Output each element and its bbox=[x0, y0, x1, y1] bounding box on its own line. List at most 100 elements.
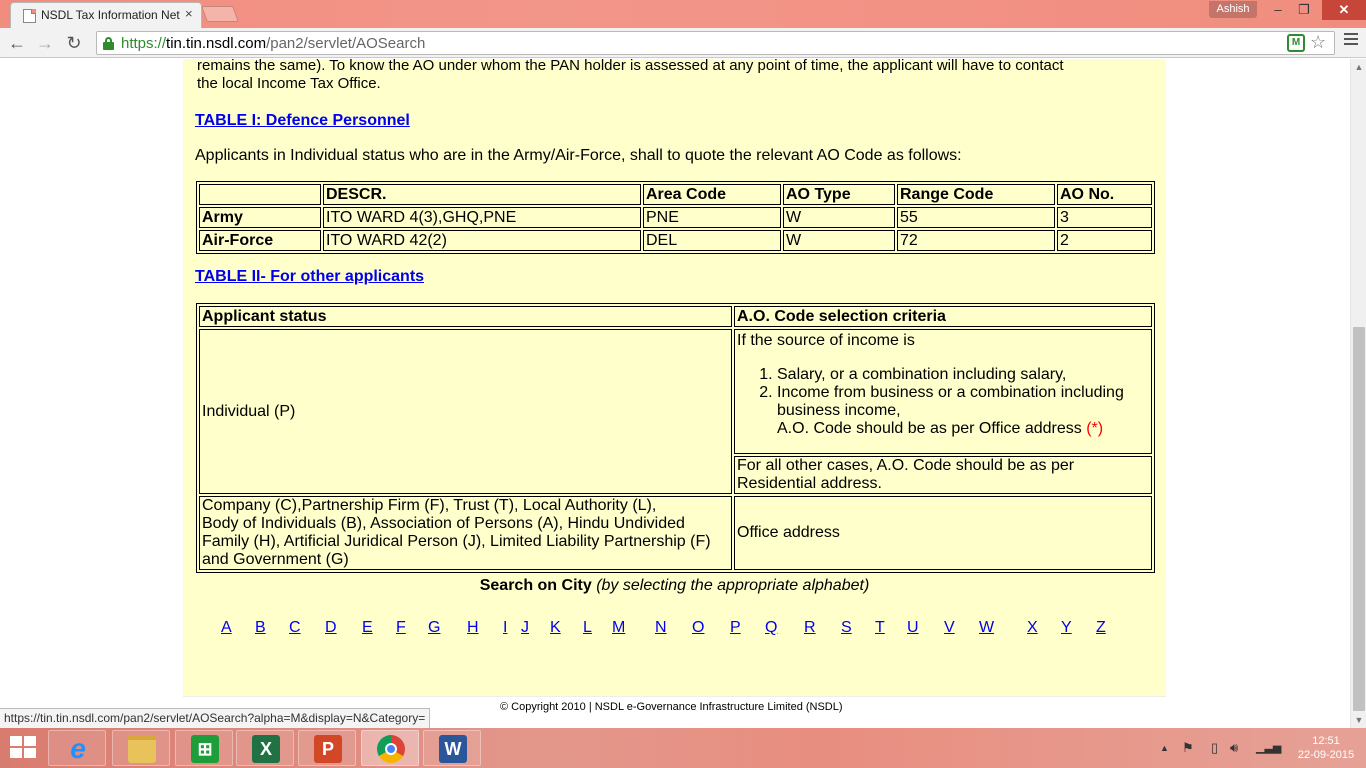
defence-personnel-table: DESCR. Area Code AO Type Range Code AO N… bbox=[196, 181, 1155, 254]
table-header-cell: DESCR. bbox=[323, 184, 641, 205]
alphabet-link-b[interactable]: B bbox=[255, 619, 266, 637]
alphabet-link-e[interactable]: E bbox=[362, 619, 373, 637]
table-header-cell: Range Code bbox=[897, 184, 1055, 205]
secure-lock-icon bbox=[103, 37, 114, 50]
table-cell: For all other cases, A.O. Code should be… bbox=[734, 456, 1152, 494]
minimize-icon[interactable]: – bbox=[1265, 0, 1291, 20]
alphabet-link-o[interactable]: O bbox=[692, 619, 704, 637]
applicant-types-line: Family (H), Artificial Juridical Person … bbox=[202, 533, 711, 550]
show-hidden-icons-icon[interactable]: ▲ bbox=[1160, 728, 1169, 768]
network-signal-icon[interactable]: ▁▃▅ bbox=[1256, 728, 1281, 768]
alphabet-link-m[interactable]: M bbox=[612, 619, 625, 637]
link-status-bubble: https://tin.tin.nsdl.com/pan2/servlet/AO… bbox=[0, 708, 431, 728]
action-center-flag-icon[interactable]: ⚑ bbox=[1182, 728, 1194, 768]
table-cell: ITO WARD 4(3),GHQ,PNE bbox=[323, 207, 641, 228]
browser-titlebar: NSDL Tax Information Net × Ashish – ❐ ✕ bbox=[0, 0, 1366, 28]
alphabet-link-r[interactable]: R bbox=[804, 619, 816, 637]
alphabet-link-s[interactable]: S bbox=[841, 619, 852, 637]
scroll-up-arrow-icon[interactable]: ▲ bbox=[1351, 59, 1366, 75]
applicant-types-line: Company (C),Partnership Firm (F), Trust … bbox=[202, 497, 657, 514]
table-cell: PNE bbox=[643, 207, 781, 228]
content-bottom-edge bbox=[183, 696, 1166, 697]
alphabet-link-t[interactable]: T bbox=[875, 619, 885, 637]
bookmark-star-icon[interactable]: ☆ bbox=[1310, 32, 1326, 53]
profile-name-badge[interactable]: Ashish bbox=[1209, 1, 1257, 18]
city-search-label: Search on City (by selecting the appropr… bbox=[183, 577, 1166, 595]
alphabet-link-c[interactable]: C bbox=[289, 619, 301, 637]
windows-start-icon[interactable] bbox=[10, 736, 38, 760]
alphabet-link-i[interactable]: I bbox=[503, 619, 507, 637]
system-clock[interactable]: 12:51 22-09-2015 bbox=[1296, 734, 1356, 762]
page-viewport: remains the same). To know the AO under … bbox=[0, 59, 1350, 728]
alphabet-link-h[interactable]: H bbox=[467, 619, 479, 637]
alphabet-link-f[interactable]: F bbox=[396, 619, 406, 637]
main-content-panel: remains the same). To know the AO under … bbox=[183, 59, 1166, 696]
alphabet-link-a[interactable]: A bbox=[221, 619, 232, 637]
table-cell: 2 bbox=[1057, 230, 1152, 251]
alphabet-link-k[interactable]: K bbox=[550, 619, 561, 637]
excel-icon[interactable]: X bbox=[236, 730, 294, 766]
alphabet-link-v[interactable]: V bbox=[944, 619, 955, 637]
browser-tab[interactable]: NSDL Tax Information Net × bbox=[10, 2, 202, 28]
table-cell: W bbox=[783, 230, 895, 251]
chrome-menu-icon[interactable] bbox=[1344, 33, 1358, 48]
page-scrollbar[interactable]: ▲ ▼ bbox=[1350, 59, 1366, 728]
tab-close-icon[interactable]: × bbox=[185, 6, 193, 21]
alphabet-link-z[interactable]: Z bbox=[1096, 619, 1106, 637]
restore-icon[interactable]: ❐ bbox=[1291, 0, 1317, 20]
alphabet-link-x[interactable]: X bbox=[1027, 619, 1038, 637]
table-cell: Individual (P) bbox=[199, 329, 732, 494]
alphabet-link-w[interactable]: W bbox=[979, 619, 994, 637]
scroll-down-arrow-icon[interactable]: ▼ bbox=[1351, 712, 1366, 728]
new-tab-button[interactable] bbox=[201, 6, 239, 22]
word-icon[interactable]: W bbox=[423, 730, 481, 766]
intro-paragraph: remains the same). To know the AO under … bbox=[197, 59, 1147, 93]
table-header-row: Applicant status A.O. Code selection cri… bbox=[199, 306, 1152, 327]
file-explorer-icon[interactable] bbox=[112, 730, 170, 766]
search-label-bold: Search on City bbox=[479, 577, 592, 594]
alphabet-link-p[interactable]: P bbox=[730, 619, 741, 637]
alphabet-link-u[interactable]: U bbox=[907, 619, 919, 637]
extension-shield-icon[interactable]: M bbox=[1287, 34, 1305, 52]
search-label-hint: (by selecting the appropriate alphabet) bbox=[596, 577, 870, 594]
table-cell: 55 bbox=[897, 207, 1055, 228]
alphabet-link-y[interactable]: Y bbox=[1061, 619, 1072, 637]
alphabet-link-n[interactable]: N bbox=[655, 619, 667, 637]
table-cell: DEL bbox=[643, 230, 781, 251]
windows-taskbar: e ⊞ X P W ▲ ⚑ ▯ 🔊︎ ▁▃▅ 12:51 22-09-2015 bbox=[0, 728, 1366, 768]
scroll-thumb[interactable] bbox=[1353, 327, 1365, 711]
address-bar[interactable]: https://tin.tin.nsdl.com/pan2/servlet/AO… bbox=[96, 31, 1335, 55]
alphabet-link-l[interactable]: L bbox=[583, 619, 592, 637]
close-window-icon[interactable]: ✕ bbox=[1322, 0, 1366, 20]
clock-date: 22-09-2015 bbox=[1297, 749, 1355, 761]
back-arrow-icon[interactable]: ← bbox=[6, 32, 28, 54]
table-row: Individual (P) If the source of income i… bbox=[199, 329, 1152, 494]
internet-explorer-icon[interactable]: e bbox=[48, 730, 106, 766]
chrome-icon[interactable] bbox=[361, 730, 419, 766]
address-url[interactable]: https://tin.tin.nsdl.com/pan2/servlet/AO… bbox=[121, 35, 425, 52]
browser-toolbar: ← → ↻ https://tin.tin.nsdl.com/pan2/serv… bbox=[0, 28, 1366, 58]
reload-icon[interactable]: ↻ bbox=[63, 32, 85, 54]
copyright-text: © Copyright 2010 | NSDL e-Governance Inf… bbox=[500, 701, 843, 713]
table-cell: Office address bbox=[734, 496, 1152, 570]
tab-title: NSDL Tax Information Net bbox=[41, 8, 180, 22]
table-cell: If the source of income is Salary, or a … bbox=[734, 329, 1152, 454]
office-note: A.O. Code should be as per Office addres… bbox=[777, 420, 1082, 437]
intro-line: the local Income Tax Office. bbox=[197, 75, 381, 92]
alphabet-link-j[interactable]: J bbox=[521, 619, 529, 637]
alphabet-link-d[interactable]: D bbox=[325, 619, 337, 637]
table1-description: Applicants in Individual status who are … bbox=[195, 147, 962, 164]
battery-icon[interactable]: ▯ bbox=[1211, 728, 1218, 768]
volume-icon[interactable]: 🔊︎ bbox=[1230, 728, 1238, 768]
list-item: Salary, or a combination including salar… bbox=[777, 366, 1149, 384]
alphabet-link-q[interactable]: Q bbox=[765, 619, 777, 637]
table-header-cell bbox=[199, 184, 321, 205]
table-row-label: Air-Force bbox=[199, 230, 321, 251]
footnote-mark: (*) bbox=[1086, 420, 1104, 437]
table1-heading-link[interactable]: TABLE I: Defence Personnel bbox=[195, 112, 410, 130]
windows-store-icon[interactable]: ⊞ bbox=[175, 730, 233, 766]
powerpoint-icon[interactable]: P bbox=[298, 730, 356, 766]
alphabet-link-g[interactable]: G bbox=[428, 619, 440, 637]
table2-heading-link[interactable]: TABLE II- For other applicants bbox=[195, 268, 424, 286]
forward-arrow-icon[interactable]: → bbox=[34, 32, 56, 54]
